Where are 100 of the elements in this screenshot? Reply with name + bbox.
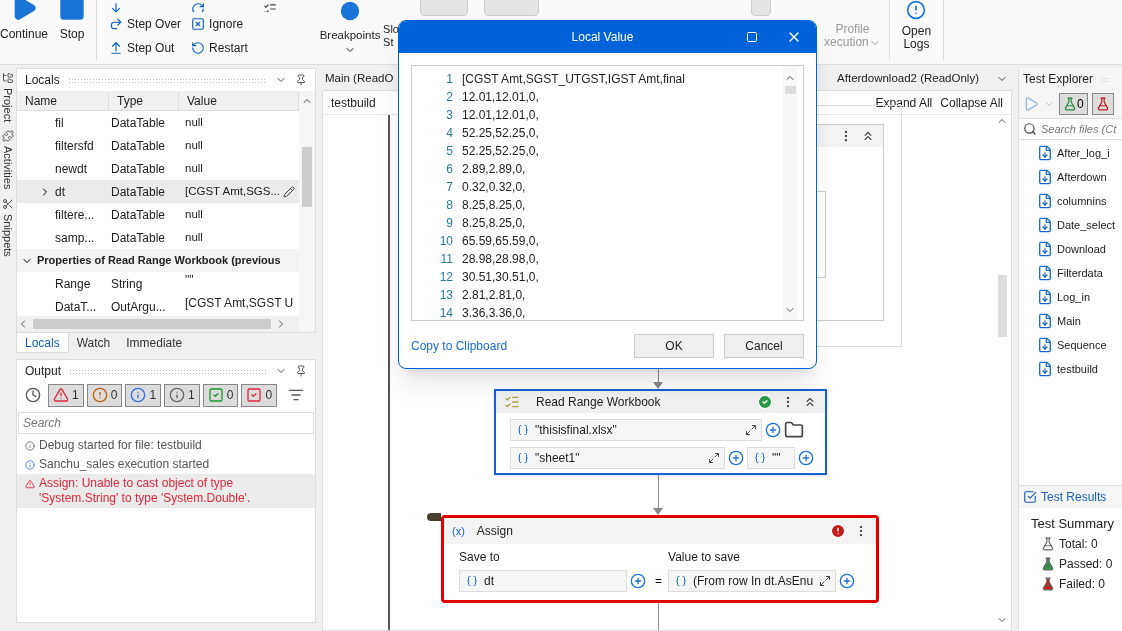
scrollbar-thumb[interactable] (302, 147, 312, 207)
slow-step-button[interactable]: Slo St (383, 0, 401, 49)
text-area[interactable] (411, 65, 804, 321)
horizontal-scrollbar[interactable] (17, 316, 299, 332)
variable-row[interactable]: samp... DataTable null (17, 226, 299, 249)
retry-icon[interactable] (191, 2, 206, 12)
list-icon[interactable] (263, 2, 278, 12)
group-row[interactable]: Properties of Read Range Workbook (previous (17, 249, 299, 272)
test-filter-button[interactable] (1091, 93, 1114, 115)
success-icon (207, 387, 224, 403)
code-line: [CGST Amt,SGST_UTGST,IGST Amt,final (462, 71, 685, 88)
table-cell-text: dt (55, 183, 65, 201)
file-item[interactable]: Afterdown (1037, 165, 1122, 189)
add-icon[interactable] (630, 573, 646, 589)
add-icon[interactable] (839, 573, 855, 589)
dialog-button[interactable]: Cancel (724, 334, 804, 358)
file-item[interactable]: Date_select (1037, 213, 1122, 237)
line-number: 14 (438, 305, 453, 320)
variable-row[interactable]: fil DataTable null (17, 111, 299, 134)
log-entry[interactable]: Assign: Unable to cast object of type 'System.String' to type 'System.Double'. (17, 474, 315, 508)
variable-row[interactable]: filtere... DataTable null (17, 203, 299, 226)
ribbon-button[interactable]: Restart (191, 36, 264, 60)
activity-card[interactable]: (x) Assign Save to dt = Value to save (From row In dt.AsEnu (441, 515, 879, 603)
file-item[interactable]: Download (1037, 237, 1122, 261)
ribbon-button[interactable]: Step Over (109, 12, 192, 36)
expand-icon[interactable] (745, 424, 757, 436)
search-field[interactable]: Search (18, 412, 314, 434)
panel-tab[interactable]: Immediate (118, 333, 191, 353)
variable-row[interactable]: filtersfd DataTable null (17, 134, 299, 157)
add-icon[interactable] (798, 450, 814, 466)
dialog-button[interactable]: OK (634, 334, 714, 358)
file-item[interactable]: Main (1037, 309, 1122, 333)
side-tab[interactable]: Project (0, 88, 17, 123)
expression-field[interactable]: dt (459, 570, 627, 592)
log-filter-button[interactable]: 0 (241, 383, 278, 407)
expression-field[interactable]: "" (747, 447, 795, 469)
breadcrumb[interactable]: testbuild (331, 93, 376, 112)
open-logs-button[interactable]: Open Logs (901, 0, 932, 51)
panel-tab[interactable]: Locals (16, 333, 69, 353)
search-field[interactable]: Search files (Ct (1041, 120, 1122, 138)
copy-link[interactable]: Copy to Clipboard (411, 337, 508, 355)
expand-icon[interactable] (819, 575, 831, 587)
log-filter-button[interactable]: 1 (48, 383, 84, 407)
variable-row[interactable]: dt DataTable [CGST Amt,SGS... (17, 180, 299, 203)
scrollbar-thumb[interactable] (33, 319, 271, 329)
line-number: 13 (438, 287, 453, 304)
expand-icon[interactable] (708, 452, 720, 464)
document-tab[interactable]: Afterdownload2 (ReadOnly) (834, 70, 982, 88)
filter-icon[interactable] (288, 387, 305, 403)
log-filter-button[interactable]: 0 (202, 383, 239, 407)
expression-field[interactable]: (From row In dt.AsEnu (668, 570, 836, 592)
side-tab[interactable]: Activities (0, 146, 17, 190)
file-item[interactable]: After_log_i (1037, 141, 1122, 165)
scrollbar-thumb[interactable] (784, 86, 796, 94)
file-item[interactable]: columnins (1037, 189, 1122, 213)
side-tab[interactable]: Snippets (0, 213, 17, 257)
table-cell-text: newdt (55, 160, 88, 178)
log-filter-button[interactable]: 1 (164, 383, 200, 407)
expression-field[interactable]: "sheet1" (510, 447, 725, 469)
stop-icon (58, 0, 87, 22)
log-filter-button[interactable]: 1 (125, 383, 162, 407)
document-tab[interactable]: Main (ReadO (322, 70, 397, 88)
add-icon[interactable] (728, 450, 744, 466)
test-filter-button[interactable]: 0 (1059, 93, 1088, 115)
activity-card[interactable]: Read Range Workbook "thisisfinal.xlsx" "sheet1" "" (494, 389, 827, 475)
log-text: Assign: Unable to cast object of type 'System.String' to type 'System.Double'. (39, 476, 252, 506)
error-icon (830, 523, 846, 539)
pin-icon[interactable] (295, 365, 307, 377)
ribbon-button[interactable]: Stop (58, 0, 87, 43)
vertical-scrollbar[interactable] (783, 66, 797, 320)
expression-field[interactable]: "thisisfinal.xlsx" (510, 419, 762, 441)
column-header[interactable]: Type (109, 91, 179, 110)
ribbon-button[interactable]: Ignore (191, 12, 264, 36)
step-out-icon (109, 41, 124, 55)
test-results-tab[interactable]: Test Results (1019, 486, 1122, 508)
edit-icon[interactable] (283, 185, 295, 198)
collapse-icon[interactable] (803, 395, 817, 409)
log-entry[interactable]: Sanchu_sales execution started (17, 455, 315, 474)
scrollbar-thumb[interactable] (997, 275, 1007, 337)
vertical-scrollbar[interactable] (299, 91, 315, 332)
ribbon-button[interactable]: Continue (0, 0, 49, 43)
collapse-icon[interactable] (861, 129, 875, 143)
folder-icon[interactable] (784, 420, 804, 440)
panel-tab[interactable]: Watch (68, 333, 119, 353)
log-entry[interactable]: Debug started for file: testbuild (17, 436, 315, 455)
breakpoints-button[interactable]: Breakpoints (318, 0, 383, 57)
column-header[interactable]: Name (17, 91, 109, 110)
file-item[interactable]: Log_in (1037, 285, 1122, 309)
log-filter-button[interactable]: 0 (86, 383, 123, 407)
file-item[interactable]: testbuild (1037, 357, 1122, 381)
file-item[interactable]: Filterdata (1037, 261, 1122, 285)
add-icon[interactable] (765, 422, 781, 438)
file-item[interactable]: Sequence (1037, 333, 1122, 357)
collapse-all-link[interactable]: Collapse All (940, 93, 1003, 112)
variable-row[interactable]: newdt DataTable null (17, 157, 299, 180)
braces-icon (675, 575, 687, 587)
pin-icon[interactable] (295, 74, 307, 86)
clock-icon[interactable] (25, 387, 41, 403)
ribbon-button[interactable]: Step Out (109, 36, 192, 60)
maximize-icon[interactable] (746, 31, 758, 43)
